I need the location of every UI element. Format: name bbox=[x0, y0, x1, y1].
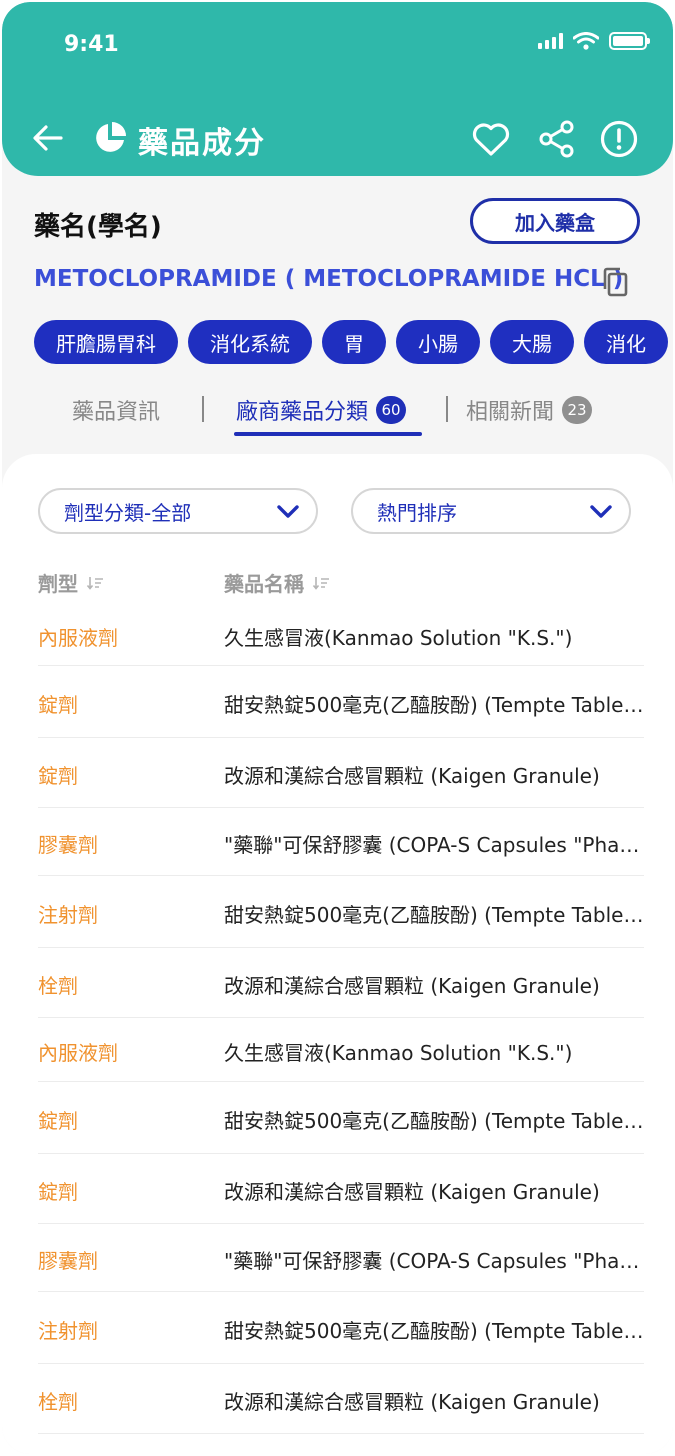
table-row[interactable]: 錠劑 甜安熱錠500毫克(乙醯胺酚) (Tempte Tablets 500mg) bbox=[38, 1082, 644, 1154]
dosage-form: 注射劑 bbox=[38, 1319, 98, 1343]
sort-select[interactable]: 熱門排序 bbox=[351, 488, 631, 534]
tag-chip[interactable]: 小腸 bbox=[396, 320, 480, 364]
copy-icon[interactable] bbox=[600, 266, 630, 298]
table-row[interactable]: 栓劑 改源和漢綜合感冒顆粒 (Kaigen Granule) bbox=[38, 948, 644, 1018]
table-row[interactable]: 栓劑 改源和漢綜合感冒顆粒 (Kaigen Granule) bbox=[38, 1364, 644, 1434]
table-row[interactable]: 注射劑 甜安熱錠500毫克(乙醯胺酚) (Tempte Tablets 500mg… bbox=[38, 1292, 644, 1364]
wifi-icon bbox=[573, 32, 599, 50]
drug-label: 藥名(學名) bbox=[34, 212, 162, 242]
dosage-form: 錠劑 bbox=[38, 764, 78, 788]
tab-label: 相關新聞 bbox=[466, 400, 555, 425]
drug-product-name: 甜安熱錠500毫克(乙醯胺酚) (Tempte Tablets 500mg) bbox=[224, 903, 644, 927]
table-row[interactable]: 錠劑 改源和漢綜合感冒顆粒 (Kaigen Granule) bbox=[38, 738, 644, 808]
drug-product-name: 甜安熱錠500毫克(乙醯胺酚) (Tempte Tablets 500mg) bbox=[224, 693, 644, 717]
drug-product-name: 改源和漢綜合感冒顆粒 (Kaigen Granule) bbox=[224, 1390, 600, 1414]
drug-product-name: "藥聯"可保舒膠囊 (COPA-S Capsules "Pharmunion") bbox=[224, 833, 644, 857]
table-row[interactable]: 膠囊劑 "藥聯"可保舒膠囊 (COPA-S Capsules "Pharmunio… bbox=[38, 1224, 644, 1292]
chevron-down-icon bbox=[590, 505, 612, 518]
drug-product-name: "藥聯"可保舒膠囊 (COPA-S Capsules "Pharmunion") bbox=[224, 1249, 644, 1273]
status-time: 9:41 bbox=[64, 32, 119, 57]
tab-divider bbox=[202, 396, 204, 422]
content-panel: 劑型分類-全部 熱門排序 劑型 藥品名稱 內服液劑久生感冒液(Kanmao So… bbox=[2, 454, 673, 1454]
table-row[interactable]: 注射劑 甜安熱錠500毫克(乙醯胺酚) (Tempte Tablets 500mg… bbox=[38, 876, 644, 948]
column-header-label: 藥品名稱 bbox=[224, 572, 304, 596]
dosage-form: 注射劑 bbox=[38, 903, 98, 927]
count-badge: 60 bbox=[376, 396, 407, 424]
drug-product-name: 改源和漢綜合感冒顆粒 (Kaigen Granule) bbox=[224, 764, 600, 788]
select-value: 熱門排序 bbox=[377, 500, 457, 525]
battery-icon bbox=[609, 32, 650, 50]
active-tab-indicator bbox=[234, 432, 422, 436]
dosage-filter-select[interactable]: 劑型分類-全部 bbox=[38, 488, 318, 534]
drug-name: METOCLOPRAMIDE ( METOCLOPRAMIDE HCL ) bbox=[34, 266, 624, 292]
table-row[interactable]: 錠劑 甜安熱錠500毫克(乙醯胺酚) (Tempte Tablets 500mg) bbox=[38, 666, 644, 738]
signal-icon bbox=[538, 33, 563, 49]
tag-chip[interactable]: 消化 bbox=[584, 320, 668, 364]
table-row[interactable]: 錠劑 改源和漢綜合感冒顆粒 (Kaigen Granule) bbox=[38, 1154, 644, 1224]
table-row[interactable]: 內服液劑 久生感冒液(Kanmao Solution "K.S.") bbox=[38, 604, 644, 666]
page-title: 藥品成分 bbox=[138, 126, 266, 161]
arrow-left-icon[interactable] bbox=[28, 118, 68, 158]
drug-product-name: 久生感冒液(Kanmao Solution "K.S.") bbox=[224, 626, 573, 650]
table-row[interactable]: 膠囊劑 "藥聯"可保舒膠囊 (COPA-S Capsules "Pharmunio… bbox=[38, 808, 644, 876]
tab-vendor-classification[interactable]: 廠商藥品分類 60 bbox=[236, 394, 407, 426]
alert-icon[interactable] bbox=[598, 118, 640, 160]
drug-product-name: 甜安熱錠500毫克(乙醯胺酚) (Tempte Tablets 500mg) bbox=[224, 1319, 644, 1343]
dosage-form: 膠囊劑 bbox=[38, 1249, 98, 1273]
sort-icon bbox=[312, 576, 329, 590]
sort-icon bbox=[86, 576, 103, 590]
dosage-form: 膠囊劑 bbox=[38, 833, 98, 857]
app-header: 9:41 藥品成分 bbox=[2, 2, 673, 176]
tag-chip[interactable]: 大腸 bbox=[490, 320, 574, 364]
heart-icon[interactable] bbox=[470, 118, 512, 160]
drug-product-name: 甜安熱錠500毫克(乙醯胺酚) (Tempte Tablets 500mg) bbox=[224, 1109, 644, 1133]
column-header-dosage[interactable]: 劑型 bbox=[38, 568, 104, 597]
column-header-label: 劑型 bbox=[38, 572, 78, 596]
dosage-form: 內服液劑 bbox=[38, 626, 118, 650]
tab-bar: 藥品資訊 廠商藥品分類 60 相關新聞 23 bbox=[2, 386, 673, 442]
dosage-form: 栓劑 bbox=[38, 974, 78, 998]
drug-product-name: 久生感冒液(Kanmao Solution "K.S.") bbox=[224, 1041, 573, 1065]
tab-divider bbox=[446, 396, 448, 422]
app-screen: 9:41 藥品成分 藥名(學名) 加入藥盒 METOCLOPRAMIDE (M… bbox=[2, 2, 673, 1454]
share-icon[interactable] bbox=[536, 118, 578, 160]
table-row[interactable]: 內服液劑 久生感冒液(Kanmao Solution "K.S.") bbox=[38, 1018, 644, 1082]
tab-label: 廠商藥品分類 bbox=[236, 400, 369, 425]
pie-chart-icon bbox=[96, 122, 126, 152]
drug-product-name: 改源和漢綜合感冒顆粒 (Kaigen Granule) bbox=[224, 974, 600, 998]
drug-product-name: 改源和漢綜合感冒顆粒 (Kaigen Granule) bbox=[224, 1180, 600, 1204]
tag-chip[interactable]: 胃 bbox=[322, 320, 386, 364]
tab-related-news[interactable]: 相關新聞 23 bbox=[466, 394, 593, 426]
select-value: 劑型分類-全部 bbox=[64, 500, 192, 525]
tag-chip[interactable]: 消化系統 bbox=[188, 320, 312, 364]
dosage-form: 栓劑 bbox=[38, 1390, 78, 1414]
count-badge: 23 bbox=[562, 396, 593, 424]
tab-label: 藥品資訊 bbox=[72, 400, 161, 425]
dosage-form: 錠劑 bbox=[38, 1109, 78, 1133]
tag-chip[interactable]: 肝膽腸胃科 bbox=[34, 320, 178, 364]
nav-bar: 藥品成分 bbox=[2, 112, 673, 164]
column-header-name[interactable]: 藥品名稱 bbox=[224, 568, 330, 597]
dosage-form: 錠劑 bbox=[38, 693, 78, 717]
category-tags: 肝膽腸胃科 消化系統 胃 小腸 大腸 消化 bbox=[34, 320, 668, 364]
dosage-form: 內服液劑 bbox=[38, 1041, 118, 1065]
tab-drug-info[interactable]: 藥品資訊 bbox=[72, 394, 160, 426]
status-icons bbox=[538, 32, 650, 50]
add-to-pillbox-button[interactable]: 加入藥盒 bbox=[470, 198, 640, 244]
dosage-form: 錠劑 bbox=[38, 1180, 78, 1204]
drug-table: 內服液劑 久生感冒液(Kanmao Solution "K.S.") 錠劑 甜安熱錠5… bbox=[38, 604, 644, 1434]
chevron-down-icon bbox=[277, 505, 299, 518]
